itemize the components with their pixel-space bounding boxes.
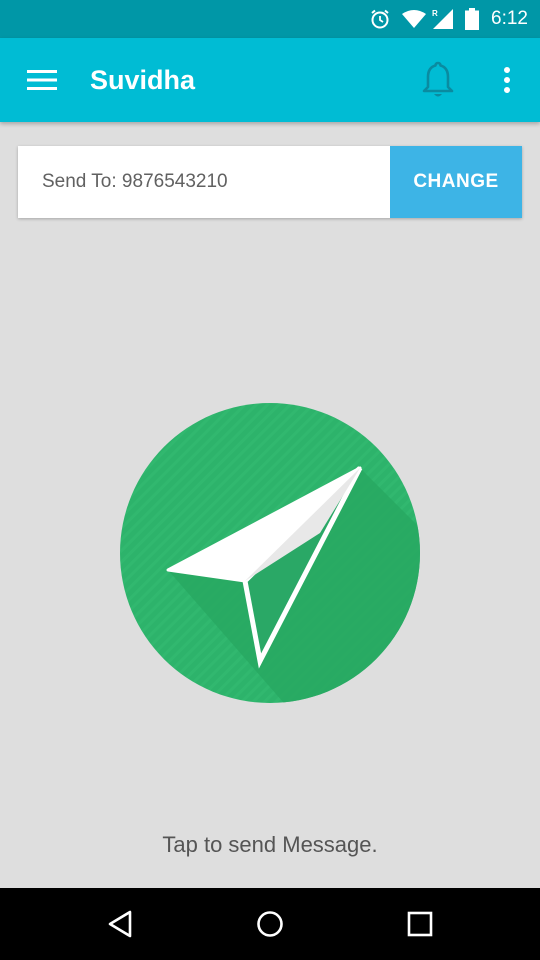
recipient-label: Send To: 9876543210 [42, 171, 228, 192]
home-button[interactable] [250, 904, 290, 944]
alarm-icon [369, 8, 391, 30]
status-icons: R 6:12 [359, 0, 528, 38]
change-button[interactable]: CHANGE [390, 146, 522, 218]
paper-plane-icon [120, 403, 420, 703]
notifications-button[interactable] [418, 60, 458, 100]
overflow-menu-button[interactable] [487, 60, 527, 100]
svg-text:R: R [432, 9, 438, 18]
recents-button[interactable] [400, 904, 440, 944]
menu-button[interactable] [22, 60, 62, 100]
hamburger-menu-icon [27, 70, 57, 90]
navigation-bar [0, 888, 540, 960]
home-icon [257, 911, 283, 937]
wifi-icon [401, 9, 427, 29]
signal-roaming-icon: R [431, 8, 455, 30]
send-message-button[interactable] [120, 403, 420, 703]
status-bar: R 6:12 [0, 0, 540, 38]
clock: 6:12 [491, 8, 528, 29]
bell-icon [422, 61, 454, 97]
send-to-card: Send To: 9876543210 CHANGE [18, 146, 522, 218]
app-title: Suvidha [90, 65, 196, 95]
back-button[interactable] [100, 904, 140, 944]
recents-icon [407, 911, 433, 937]
more-vert-icon [504, 67, 510, 93]
back-icon [108, 910, 132, 938]
battery-icon [465, 8, 480, 30]
app-bar: Suvidha [0, 38, 540, 122]
tap-hint: Tap to send Message. [162, 832, 378, 857]
